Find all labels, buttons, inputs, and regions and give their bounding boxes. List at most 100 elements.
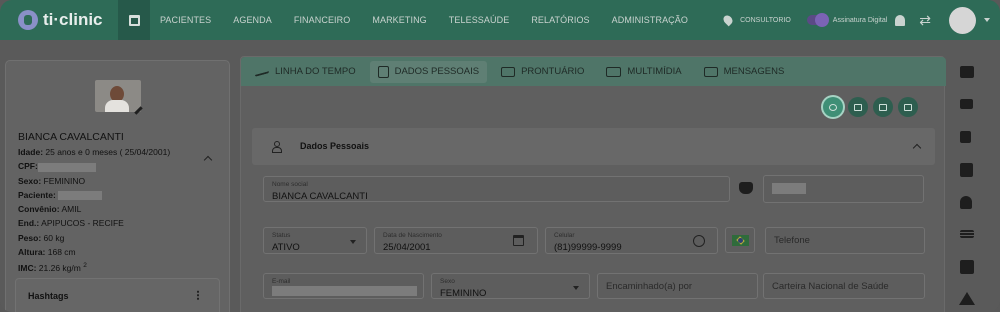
referred-by-field[interactable]: Encaminhado(a) por	[597, 273, 758, 299]
insurance-value: AMIL	[61, 204, 82, 215]
print-icon	[854, 103, 862, 111]
volume-icon[interactable]	[960, 131, 971, 143]
address-label: End.:	[18, 218, 40, 229]
logo-icon	[18, 10, 38, 30]
height-value: 168 cm	[47, 247, 76, 258]
alarm-bell-icon[interactable]	[960, 196, 972, 209]
switch-arrows-icon[interactable]: ⇄	[919, 12, 931, 29]
chevron-down-icon[interactable]	[984, 18, 990, 22]
age-value: 25 anos e 0 meses ( 25/04/2001)	[45, 147, 171, 157]
user-avatar[interactable]	[949, 6, 976, 34]
calendar-icon[interactable]	[513, 235, 524, 246]
nav-telessaude[interactable]: TELESSAÚDE	[449, 15, 510, 25]
nav-administracao[interactable]: ADMINISTRAÇÃO	[612, 15, 688, 25]
sex-value: FEMININO	[43, 175, 86, 186]
nav-financeiro[interactable]: FINANCEIRO	[294, 15, 351, 25]
warning-icon[interactable]	[959, 292, 975, 305]
brazil-flag-icon	[732, 235, 749, 246]
collapse-chevron-icon[interactable]	[912, 143, 922, 153]
email-field[interactable]: E-mail	[263, 273, 424, 299]
location-icon	[721, 13, 735, 27]
weight-label: Peso:	[18, 232, 42, 243]
extra-field[interactable]	[763, 175, 924, 203]
tab-mensagens[interactable]: MENSAGENS	[696, 61, 793, 83]
top-right-tools: CONSULTORIO Assinatura Digital ⇄	[721, 0, 990, 40]
collapse-chevron-icon[interactable]	[203, 155, 213, 165]
medical-kit-icon[interactable]	[960, 260, 974, 274]
list-icon[interactable]	[960, 230, 974, 238]
nav-agenda[interactable]: AGENDA	[233, 15, 272, 25]
patient-name: BIANCA CAVALCANTI	[18, 131, 124, 143]
whatsapp-icon[interactable]	[693, 235, 705, 247]
schedule-button[interactable]	[898, 97, 918, 117]
country-flag-selector[interactable]	[725, 227, 755, 253]
section-header[interactable]: Dados Pessoais	[252, 128, 935, 165]
tab-multimidia[interactable]: MULTIMÍDIA	[598, 61, 689, 83]
digital-signature-label: Assinatura Digital	[832, 16, 888, 24]
weight-value: 60 kg	[43, 232, 65, 243]
notifications-bell-icon[interactable]	[895, 14, 906, 26]
bmi-value: 21.26 kg/m	[38, 263, 81, 274]
images-icon	[606, 66, 622, 77]
sex-label: Sexo	[440, 278, 455, 285]
sex-select[interactable]: Sexo FEMININO	[431, 273, 590, 299]
mail-icon	[703, 66, 718, 77]
nav-relatorios[interactable]: RELATÓRIOS	[531, 15, 589, 25]
more-options-icon[interactable]	[197, 290, 199, 300]
print-button[interactable]	[848, 97, 868, 117]
document-button[interactable]	[873, 97, 893, 117]
email-redacted	[272, 286, 417, 296]
brand-logo[interactable]: ti·clinic	[0, 10, 118, 30]
insurance-label: Convênio:	[18, 204, 60, 215]
pdf-icon[interactable]	[960, 163, 973, 177]
telephone-field[interactable]: Telefone	[765, 227, 925, 254]
status-value: ATIVO	[272, 242, 300, 253]
calendar-button[interactable]	[118, 0, 150, 40]
calendar-icon	[904, 103, 912, 111]
bmi-superscript: 2	[83, 262, 87, 270]
right-tool-rail	[948, 56, 990, 312]
main-menu: PACIENTES AGENDA FINANCEIRO MARKETING TE…	[160, 15, 710, 25]
age-label: Idade:	[18, 147, 44, 157]
telephone-placeholder: Telefone	[774, 235, 810, 246]
tab-linha-do-tempo[interactable]: LINHA DO TEMPO	[247, 61, 364, 83]
patient-summary-card: BIANCA CAVALCANTI Idade: 25 anos e 0 mes…	[5, 60, 230, 312]
nav-marketing[interactable]: MARKETING	[372, 15, 426, 25]
social-name-label: Nome social	[272, 181, 308, 188]
camera-icon[interactable]	[960, 66, 974, 78]
birth-date-field[interactable]: Data de Nascimento 25/04/2001	[374, 227, 538, 254]
status-label: Status	[272, 232, 291, 239]
tab-prontuario[interactable]: PRONTUÁRIO	[493, 61, 592, 83]
social-name-field[interactable]: Nome social BIANCA CAVALCANTI	[263, 176, 730, 202]
photo-body	[105, 100, 129, 112]
cellphone-value: (81)99999-9999	[554, 242, 622, 253]
birth-date-value: 25/04/2001	[383, 242, 431, 253]
patient-tabs: LINHA DO TEMPO DADOS PESSOAIS PRONTUÁRIO…	[241, 57, 946, 86]
document-icon	[879, 103, 887, 111]
tab-label: MULTIMÍDIA	[627, 66, 682, 77]
patient-details: Idade: 25 anos e 0 meses ( 25/04/2001) C…	[18, 145, 170, 276]
tab-dados-pessoais[interactable]: DADOS PESSOAIS	[369, 60, 488, 83]
birth-date-label: Data de Nascimento	[383, 232, 442, 239]
stroller-icon[interactable]	[739, 182, 753, 194]
health-card-field[interactable]: Carteira Nacional de Saúde	[763, 273, 925, 299]
cellphone-field[interactable]: Celular (81)99999-9999	[545, 227, 718, 254]
smiley-icon	[829, 103, 837, 111]
action-buttons	[818, 97, 918, 117]
status-select[interactable]: Status ATIVO	[263, 227, 367, 254]
nav-pacientes[interactable]: PACIENTES	[160, 15, 211, 25]
patient-id-redacted	[58, 191, 103, 201]
emoji-button[interactable]	[823, 97, 843, 117]
chevron-down-icon	[350, 240, 356, 244]
hashtags-title: Hashtags	[28, 291, 69, 301]
video-icon[interactable]	[960, 99, 973, 109]
cpf-label: CPF:	[18, 161, 38, 172]
sex-value: FEMININO	[440, 288, 487, 299]
app-window: ti·clinic PACIENTES AGENDA FINANCEIRO MA…	[0, 0, 1000, 312]
top-navigation-bar: ti·clinic PACIENTES AGENDA FINANCEIRO MA…	[0, 0, 1000, 40]
tab-label: DADOS PESSOAIS	[394, 66, 480, 77]
tab-label: LINHA DO TEMPO	[275, 66, 356, 77]
digital-signature-toggle[interactable]	[806, 13, 829, 27]
section-title: Dados Pessoais	[300, 141, 370, 151]
location-label[interactable]: CONSULTORIO	[740, 17, 791, 24]
